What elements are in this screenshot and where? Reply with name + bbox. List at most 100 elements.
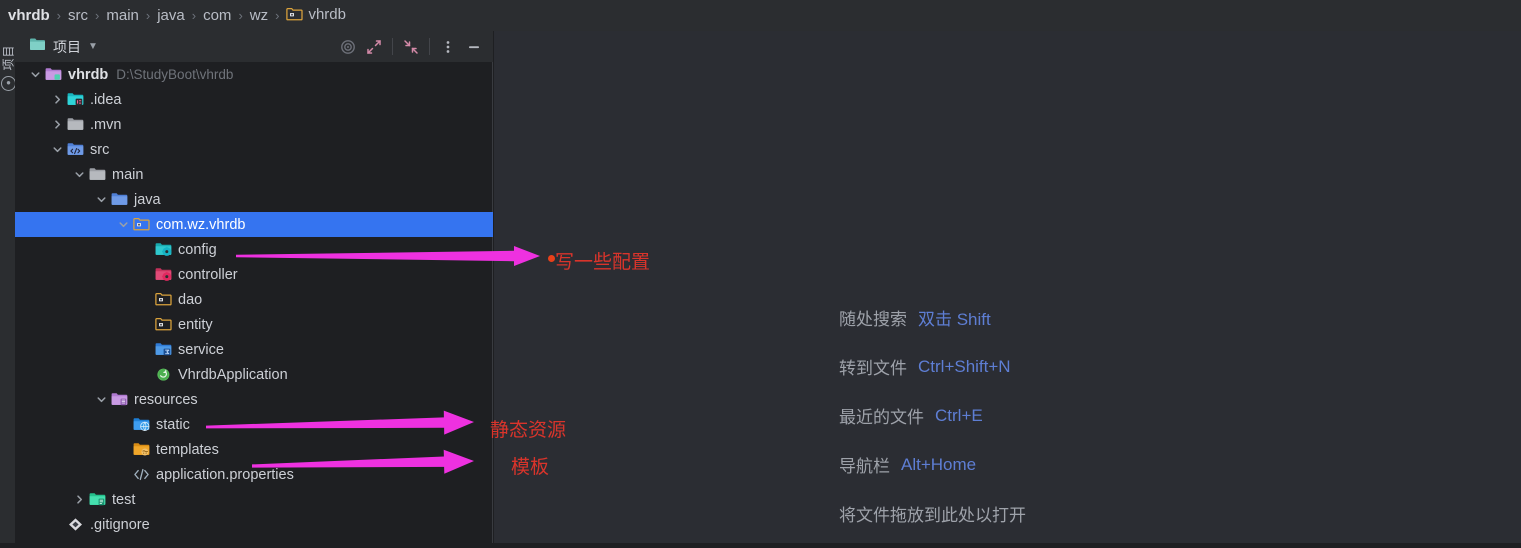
- chevron-down-icon[interactable]: [73, 168, 86, 181]
- hint-shortcut[interactable]: 双击 Shift: [918, 305, 991, 330]
- tree-row-dao[interactable]: dao: [15, 287, 493, 312]
- chevron-down-icon[interactable]: ▼: [88, 41, 98, 52]
- project-tree[interactable]: vhrdb D:\StudyBoot\vhrdb .idea .mvn src main j…: [15, 62, 493, 543]
- tree-row--mvn[interactable]: .mvn: [15, 112, 493, 137]
- hint-shortcut[interactable]: Ctrl+E: [935, 406, 983, 426]
- tree-row-com-wz-vhrdb[interactable]: com.wz.vhrdb: [15, 212, 493, 237]
- tree-row--idea[interactable]: .idea: [15, 87, 493, 112]
- hint-label: 将文件拖放到此处以打开: [839, 506, 1026, 525]
- gray-folder-icon: [89, 167, 106, 183]
- tree-row-java[interactable]: java: [15, 187, 493, 212]
- chevron-right-icon[interactable]: [51, 93, 64, 106]
- tree-row-label: test: [112, 491, 136, 508]
- tree-row-label: main: [112, 166, 144, 183]
- tree-row-label: config: [178, 241, 217, 258]
- chevron-down-icon[interactable]: [117, 218, 130, 231]
- breadcrumb-item-java[interactable]: java: [157, 7, 185, 24]
- hint-label: 导航栏: [839, 457, 890, 476]
- chevron-down-icon[interactable]: [95, 393, 108, 406]
- tree-row-controller[interactable]: controller: [15, 262, 493, 287]
- tree-row-src[interactable]: src: [15, 137, 493, 162]
- tree-row-label: resources: [134, 391, 198, 408]
- tree-row-vhrdb[interactable]: vhrdb D:\StudyBoot\vhrdb: [15, 62, 493, 87]
- hint-row-0: 随处搜索 双击 Shift: [839, 293, 1026, 342]
- select-opened-file-icon[interactable]: [335, 35, 361, 59]
- breadcrumb-item-wz[interactable]: wz: [250, 7, 268, 24]
- tree-row-path: D:\StudyBoot\vhrdb: [116, 67, 234, 82]
- tree-row-label: .idea: [90, 91, 122, 108]
- hint-shortcut[interactable]: Alt+Home: [901, 455, 976, 475]
- tree-row-static[interactable]: static: [15, 412, 493, 437]
- tree-row-label: controller: [178, 266, 238, 283]
- hint-row-4: 将文件拖放到此处以打开: [839, 489, 1026, 538]
- breadcrumb-separator: ›: [275, 8, 280, 23]
- toolbar-divider-1: [392, 38, 393, 55]
- editor-empty-area[interactable]: 随处搜索 双击 Shift 转到文件 Ctrl+Shift+N 最近的文件 Ctrl+E 导…: [494, 31, 1521, 543]
- hint-shortcut[interactable]: Ctrl+Shift+N: [918, 357, 1011, 377]
- hint-row-2: 最近的文件 Ctrl+E: [839, 391, 1026, 440]
- breadcrumb-item-label: java: [157, 7, 185, 24]
- hint-row-3: 导航栏 Alt+Home: [839, 440, 1026, 489]
- tree-row-templates[interactable]: templates: [15, 437, 493, 462]
- tree-row-entity[interactable]: entity: [15, 312, 493, 337]
- tree-row-label: .mvn: [90, 116, 122, 133]
- tree-row-label: dao: [178, 291, 203, 308]
- breadcrumb-item-label: wz: [249, 7, 269, 24]
- breadcrumb-item-label: main: [106, 7, 139, 24]
- tree-row-label: entity: [178, 316, 213, 333]
- breadcrumb-separator: ›: [238, 8, 243, 23]
- breadcrumb-item-vhrdb[interactable]: vhrdb: [8, 7, 50, 24]
- more-options-icon[interactable]: [435, 35, 461, 59]
- package-folder-icon: [155, 292, 172, 308]
- tree-row-label: VhrdbApplication: [178, 366, 288, 383]
- tree-row-config[interactable]: config: [15, 237, 493, 262]
- tree-row-service[interactable]: service: [15, 337, 493, 362]
- package-folder-icon: [155, 317, 172, 333]
- service-package-icon: [155, 342, 172, 358]
- test-root-icon: [89, 492, 106, 508]
- static-folder-icon: [133, 417, 150, 433]
- tree-row-label: static: [156, 416, 190, 433]
- activity-strip: 项目 ●: [0, 31, 16, 543]
- notifications-badge-icon[interactable]: ●: [1, 76, 16, 91]
- blue-folder-icon: [111, 192, 128, 208]
- breadcrumb-item-label: src: [68, 7, 89, 24]
- resources-root-icon: [111, 392, 128, 408]
- chevron-right-icon[interactable]: [51, 118, 64, 131]
- breadcrumb-item-label: vhrdb: [8, 7, 50, 24]
- breadcrumb-item-com[interactable]: com: [203, 7, 231, 24]
- properties-file-icon: [133, 467, 150, 483]
- tree-row-application-properties[interactable]: application.properties: [15, 462, 493, 487]
- idea-folder-icon: [67, 92, 84, 108]
- tree-row-main[interactable]: main: [15, 162, 493, 187]
- chevron-down-icon[interactable]: [29, 68, 42, 81]
- tree-row--gitignore[interactable]: .gitignore: [15, 512, 493, 537]
- hide-panel-icon[interactable]: [461, 35, 487, 59]
- breadcrumb-item-vhrdb[interactable]: vhrdb: [286, 6, 346, 26]
- gray-folder-icon: [67, 117, 84, 133]
- tree-row-label: templates: [156, 441, 219, 458]
- chevron-down-icon[interactable]: [95, 193, 108, 206]
- tree-row-resources[interactable]: resources: [15, 387, 493, 412]
- tree-row-label: vhrdb: [68, 66, 109, 83]
- breadcrumb-item-src[interactable]: src: [68, 7, 88, 24]
- project-panel-title-group[interactable]: 项目 ▼: [29, 37, 98, 57]
- config-package-icon: [155, 242, 172, 258]
- breadcrumb[interactable]: vhrdb › src › main › java › com › wz › vhrdb: [0, 0, 1521, 31]
- gitignore-file-icon: [67, 517, 84, 533]
- tree-row-label: service: [178, 341, 224, 358]
- collapse-all-icon[interactable]: [398, 35, 424, 59]
- hint-label: 随处搜索: [839, 310, 907, 329]
- breadcrumb-item-label: com: [203, 7, 232, 24]
- package-folder-icon: [286, 7, 304, 26]
- controller-package-icon: [155, 267, 172, 283]
- tree-row-label: src: [90, 141, 110, 158]
- chevron-right-icon[interactable]: [73, 493, 86, 506]
- folder-icon: [29, 37, 46, 56]
- tree-row-vhrdbapplication[interactable]: VhrdbApplication: [15, 362, 493, 387]
- chevron-down-icon[interactable]: [51, 143, 64, 156]
- breadcrumb-item-main[interactable]: main: [106, 7, 139, 24]
- expand-all-icon[interactable]: [361, 35, 387, 59]
- project-tool-window: 项目 ▼ vhrdb D:\StudyBoot\vhrdb .idea .mvn…: [15, 31, 493, 543]
- tree-row-test[interactable]: test: [15, 487, 493, 512]
